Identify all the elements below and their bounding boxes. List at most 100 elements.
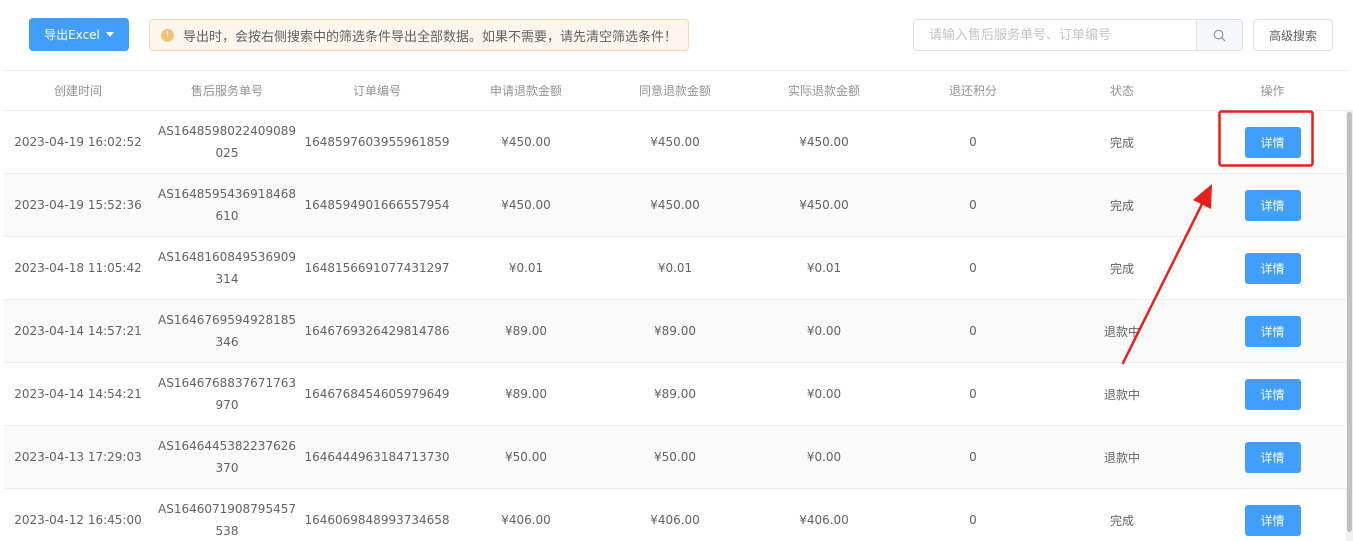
- points-cell: 0: [969, 135, 977, 149]
- apply-amount-cell: ¥406.00: [501, 513, 551, 527]
- column-header-created-time[interactable]: 创建时间: [4, 71, 152, 110]
- table-row: 2023-04-13 17:29:03 AS164644538223762637…: [4, 426, 1349, 489]
- table-row: 2023-04-19 15:52:36 AS164859543691846861…: [4, 174, 1349, 237]
- created-time-cell: 2023-04-19 16:02:52: [14, 135, 142, 149]
- detail-button[interactable]: 详情: [1244, 252, 1301, 284]
- actual-amount-cell: ¥0.00: [806, 450, 842, 464]
- order-no-cell: 1646768454605979649: [304, 387, 450, 401]
- status-cell: 退款中: [1103, 387, 1140, 402]
- column-header-apply-amount[interactable]: 申请退款金额: [452, 71, 600, 110]
- created-time-cell: 2023-04-19 15:52:36: [14, 198, 142, 212]
- actual-amount-cell: ¥0.00: [806, 387, 842, 401]
- created-time-cell: 2023-04-14 14:54:21: [14, 387, 142, 401]
- column-header-order-no[interactable]: 订单编号: [302, 71, 452, 110]
- actions-cell: 详情: [1196, 363, 1349, 425]
- export-excel-button[interactable]: 导出Excel: [29, 18, 129, 51]
- advanced-search-button[interactable]: 高级搜索: [1253, 19, 1333, 51]
- apply-amount-cell: ¥89.00: [505, 387, 547, 401]
- agree-amount-cell: ¥89.00: [654, 387, 696, 401]
- agree-amount-cell: ¥0.01: [657, 261, 693, 275]
- points-cell: 0: [969, 387, 977, 401]
- table-row: 2023-04-12 16:45:00 AS164607190879545753…: [4, 489, 1349, 541]
- actions-cell: 详情: [1196, 426, 1349, 488]
- actual-amount-cell: ¥0.00: [806, 324, 842, 338]
- advanced-search-label: 高级搜索: [1268, 28, 1317, 43]
- actions-cell: 详情: [1196, 489, 1349, 541]
- apply-amount-cell: ¥89.00: [505, 324, 547, 338]
- caret-down-icon: [105, 32, 114, 37]
- order-no-cell: 1648594901666557954: [304, 198, 450, 212]
- table-row: 2023-04-18 11:05:42 AS164816084953690931…: [4, 237, 1349, 300]
- status-cell: 完成: [1109, 198, 1134, 213]
- points-cell: 0: [969, 198, 977, 212]
- agree-amount-cell: ¥450.00: [650, 135, 700, 149]
- table-row: 2023-04-14 14:54:21 AS164676883767176397…: [4, 363, 1349, 426]
- actions-cell: 详情: [1196, 237, 1349, 299]
- actual-amount-cell: ¥406.00: [799, 513, 849, 527]
- detail-button[interactable]: 详情: [1244, 378, 1301, 410]
- created-time-cell: 2023-04-14 14:57:21: [14, 324, 142, 338]
- table-row: 2023-04-19 16:02:52 AS164859802240908902…: [4, 111, 1349, 174]
- table-row: 2023-04-14 14:57:21 AS164676959492818534…: [4, 300, 1349, 363]
- toolbar: 导出Excel ! 导出时，会按右侧搜索中的筛选条件导出全部数据。如果不需要，请…: [0, 0, 1353, 70]
- detail-button[interactable]: 详情: [1244, 189, 1301, 221]
- page-root: 导出Excel ! 导出时，会按右侧搜索中的筛选条件导出全部数据。如果不需要，请…: [0, 0, 1353, 541]
- agree-amount-cell: ¥89.00: [654, 324, 696, 338]
- search-input[interactable]: [914, 20, 1196, 50]
- status-cell: 完成: [1109, 261, 1134, 276]
- scrollbar-thumb[interactable]: [1347, 112, 1352, 532]
- order-no-cell: 1646444963184713730: [304, 450, 450, 464]
- points-cell: 0: [969, 324, 977, 338]
- points-cell: 0: [969, 261, 977, 275]
- detail-button[interactable]: 详情: [1244, 126, 1301, 158]
- created-time-cell: 2023-04-13 17:29:03: [14, 450, 142, 464]
- column-header-service-no[interactable]: 售后服务单号: [152, 71, 302, 110]
- service-no-cell: AS1648598022409089025: [158, 124, 296, 160]
- created-time-cell: 2023-04-18 11:05:42: [14, 261, 142, 275]
- actual-amount-cell: ¥450.00: [799, 135, 849, 149]
- warning-icon: !: [161, 28, 174, 42]
- column-header-status[interactable]: 状态: [1048, 71, 1196, 110]
- service-no-cell: AS1646768837671763970: [158, 376, 296, 412]
- actions-cell: 详情: [1196, 111, 1349, 173]
- agree-amount-cell: ¥450.00: [650, 198, 700, 212]
- actions-cell: 详情: [1196, 300, 1349, 362]
- actual-amount-cell: ¥450.00: [799, 198, 849, 212]
- column-header-agree-amount[interactable]: 同意退款金额: [600, 71, 750, 110]
- service-no-cell: AS1648160849536909314: [158, 250, 296, 286]
- column-header-actions: 操作: [1260, 84, 1285, 98]
- column-header-points[interactable]: 退还积分: [898, 71, 1048, 110]
- actions-cell: 详情: [1196, 174, 1349, 236]
- points-cell: 0: [969, 513, 977, 527]
- vertical-scrollbar[interactable]: [1346, 110, 1353, 541]
- search-icon: [1213, 29, 1226, 41]
- created-time-cell: 2023-04-12 16:45:00: [14, 513, 142, 527]
- table-header: 创建时间 售后服务单号 订单编号 申请退款金额 同意退款金额 实际退款金额 退还…: [4, 71, 1349, 111]
- service-no-cell: AS1648595436918468610: [158, 187, 296, 223]
- apply-amount-cell: ¥50.00: [505, 450, 547, 464]
- agree-amount-cell: ¥50.00: [654, 450, 696, 464]
- order-no-cell: 1646069848993734658: [304, 513, 450, 527]
- apply-amount-cell: ¥0.01: [508, 261, 544, 275]
- apply-amount-cell: ¥450.00: [501, 198, 551, 212]
- after-sales-table: 创建时间 售后服务单号 订单编号 申请退款金额 同意退款金额 实际退款金额 退还…: [4, 70, 1349, 541]
- service-no-cell: AS1646769594928185346: [158, 313, 296, 349]
- search-button[interactable]: [1196, 20, 1242, 50]
- export-excel-label: 导出Excel: [44, 28, 100, 42]
- detail-button[interactable]: 详情: [1244, 315, 1301, 347]
- export-notice: ! 导出时，会按右侧搜索中的筛选条件导出全部数据。如果不需要，请先清空筛选条件！: [149, 19, 689, 51]
- apply-amount-cell: ¥450.00: [501, 135, 551, 149]
- status-cell: 完成: [1109, 135, 1134, 150]
- points-cell: 0: [969, 450, 977, 464]
- status-cell: 退款中: [1103, 324, 1140, 339]
- service-no-cell: AS1646071908795457538: [158, 502, 296, 538]
- detail-button[interactable]: 详情: [1244, 504, 1301, 536]
- detail-button[interactable]: 详情: [1244, 441, 1301, 473]
- order-no-cell: 1646769326429814786: [304, 324, 450, 338]
- agree-amount-cell: ¥406.00: [650, 513, 700, 527]
- actual-amount-cell: ¥0.01: [806, 261, 842, 275]
- service-no-cell: AS1646445382237626370: [158, 439, 296, 475]
- order-no-cell: 1648597603955961859: [304, 135, 450, 149]
- status-cell: 完成: [1109, 513, 1134, 528]
- column-header-actual-amount[interactable]: 实际退款金额: [750, 71, 898, 110]
